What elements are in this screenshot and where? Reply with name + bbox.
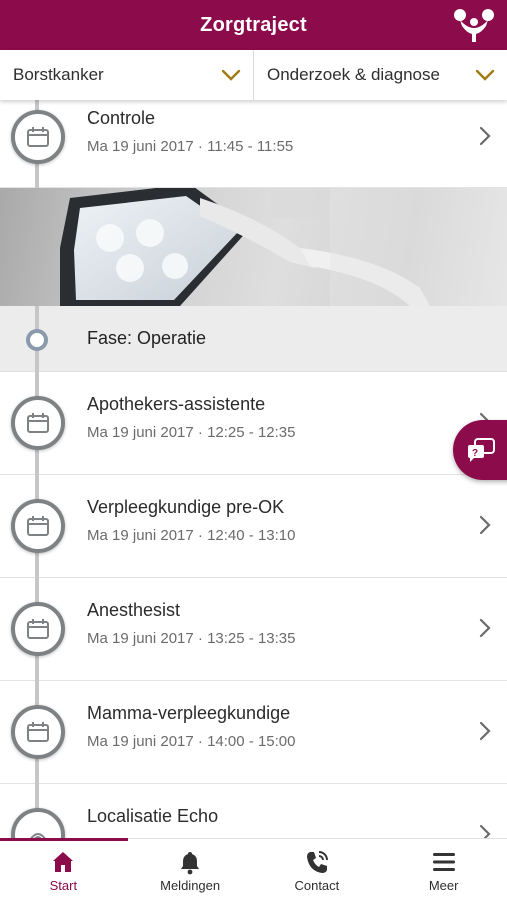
calendar-icon: [11, 602, 65, 656]
phase-title: Fase: Operatie: [87, 328, 207, 348]
calendar-icon: [11, 705, 65, 759]
timeline-item-date: Ma 19 juni 2017 · 12:40 - 13:10: [87, 527, 296, 544]
timeline-item-title: Verpleegkundige pre-OK: [87, 497, 285, 517]
tab-label: Contact: [294, 878, 340, 893]
timeline-item-apothekers-assistente[interactable]: Apothekers-assistente Ma 19 juni 2017 · …: [0, 372, 507, 475]
timeline-item-date: Ma 19 juni 2017 · 11:45 - 11:55: [87, 138, 294, 155]
svg-text:?: ?: [472, 448, 478, 459]
filter-bar: Borstkanker Onderzoek & diagnose: [0, 50, 507, 100]
timeline-item-title: Controle: [87, 108, 156, 128]
phase-marker-icon: [26, 329, 48, 351]
timeline-item-controle[interactable]: Controle Ma 19 juni 2017 · 11:45 - 11:55: [0, 86, 507, 188]
filter-condition-dropdown[interactable]: Borstkanker: [0, 50, 253, 100]
tab-label: Meldingen: [160, 878, 221, 893]
timeline-item-title: Apothekers-assistente: [87, 394, 266, 414]
calendar-icon: [11, 396, 65, 450]
timeline-item-verpleegkundige-pre-ok[interactable]: Verpleegkundige pre-OK Ma 19 juni 2017 ·…: [0, 475, 507, 578]
filter-condition-label: Borstkanker: [13, 65, 104, 84]
timeline-item-title: Mamma-verpleegkundige: [87, 703, 291, 723]
timeline-item-date: Ma 19 juni 2017 · 12:25 - 12:35: [87, 424, 296, 441]
chevron-down-icon: [221, 69, 241, 81]
phase-header: Fase: Operatie: [0, 306, 507, 372]
chevron-right-icon: [479, 721, 491, 741]
menu-icon: [432, 853, 455, 871]
calendar-icon: [11, 499, 65, 553]
brand-logo-icon: [454, 9, 494, 42]
bottom-tab-bar: Start Meldingen Contact Meer: [0, 838, 507, 900]
tab-start[interactable]: Start: [0, 839, 127, 900]
phase-banner-image: [0, 188, 507, 306]
chevron-right-icon: [479, 515, 491, 535]
timeline-item-date: Ma 19 juni 2017 · 13:25 - 13:35: [87, 630, 296, 647]
chevron-right-icon: [479, 618, 491, 638]
filter-phase-dropdown[interactable]: Onderzoek & diagnose: [253, 50, 507, 100]
chat-help-icon: ?: [468, 438, 495, 462]
chevron-right-icon: [479, 126, 491, 146]
tab-contact[interactable]: Contact: [254, 839, 381, 900]
phone-icon: [306, 851, 328, 873]
timeline-item-mamma-verpleegkundige[interactable]: Mamma-verpleegkundige Ma 19 juni 2017 · …: [0, 681, 507, 784]
tab-label: Meer: [428, 878, 459, 893]
calendar-icon: [11, 110, 65, 164]
timeline-item-date: Ma 19 juni 2017 · 14:00 - 15:00: [87, 733, 296, 750]
filter-phase-label: Onderzoek & diagnose: [267, 65, 440, 84]
page-title: Zorgtraject: [200, 13, 307, 36]
timeline-item-title: Anesthesist: [87, 600, 181, 620]
tab-meer[interactable]: Meer: [380, 839, 507, 900]
bell-icon: [181, 852, 200, 875]
tab-meldingen[interactable]: Meldingen: [127, 839, 254, 900]
tab-label: Start: [49, 878, 78, 893]
timeline-item-anesthesist[interactable]: Anesthesist Ma 19 juni 2017 · 13:25 - 13…: [0, 578, 507, 681]
timeline-item-title: Localisatie Echo: [87, 806, 219, 826]
home-icon: [53, 852, 74, 872]
app-header: Zorgtraject: [0, 0, 507, 50]
chevron-down-icon: [475, 69, 495, 81]
chat-button[interactable]: ?: [453, 420, 507, 480]
